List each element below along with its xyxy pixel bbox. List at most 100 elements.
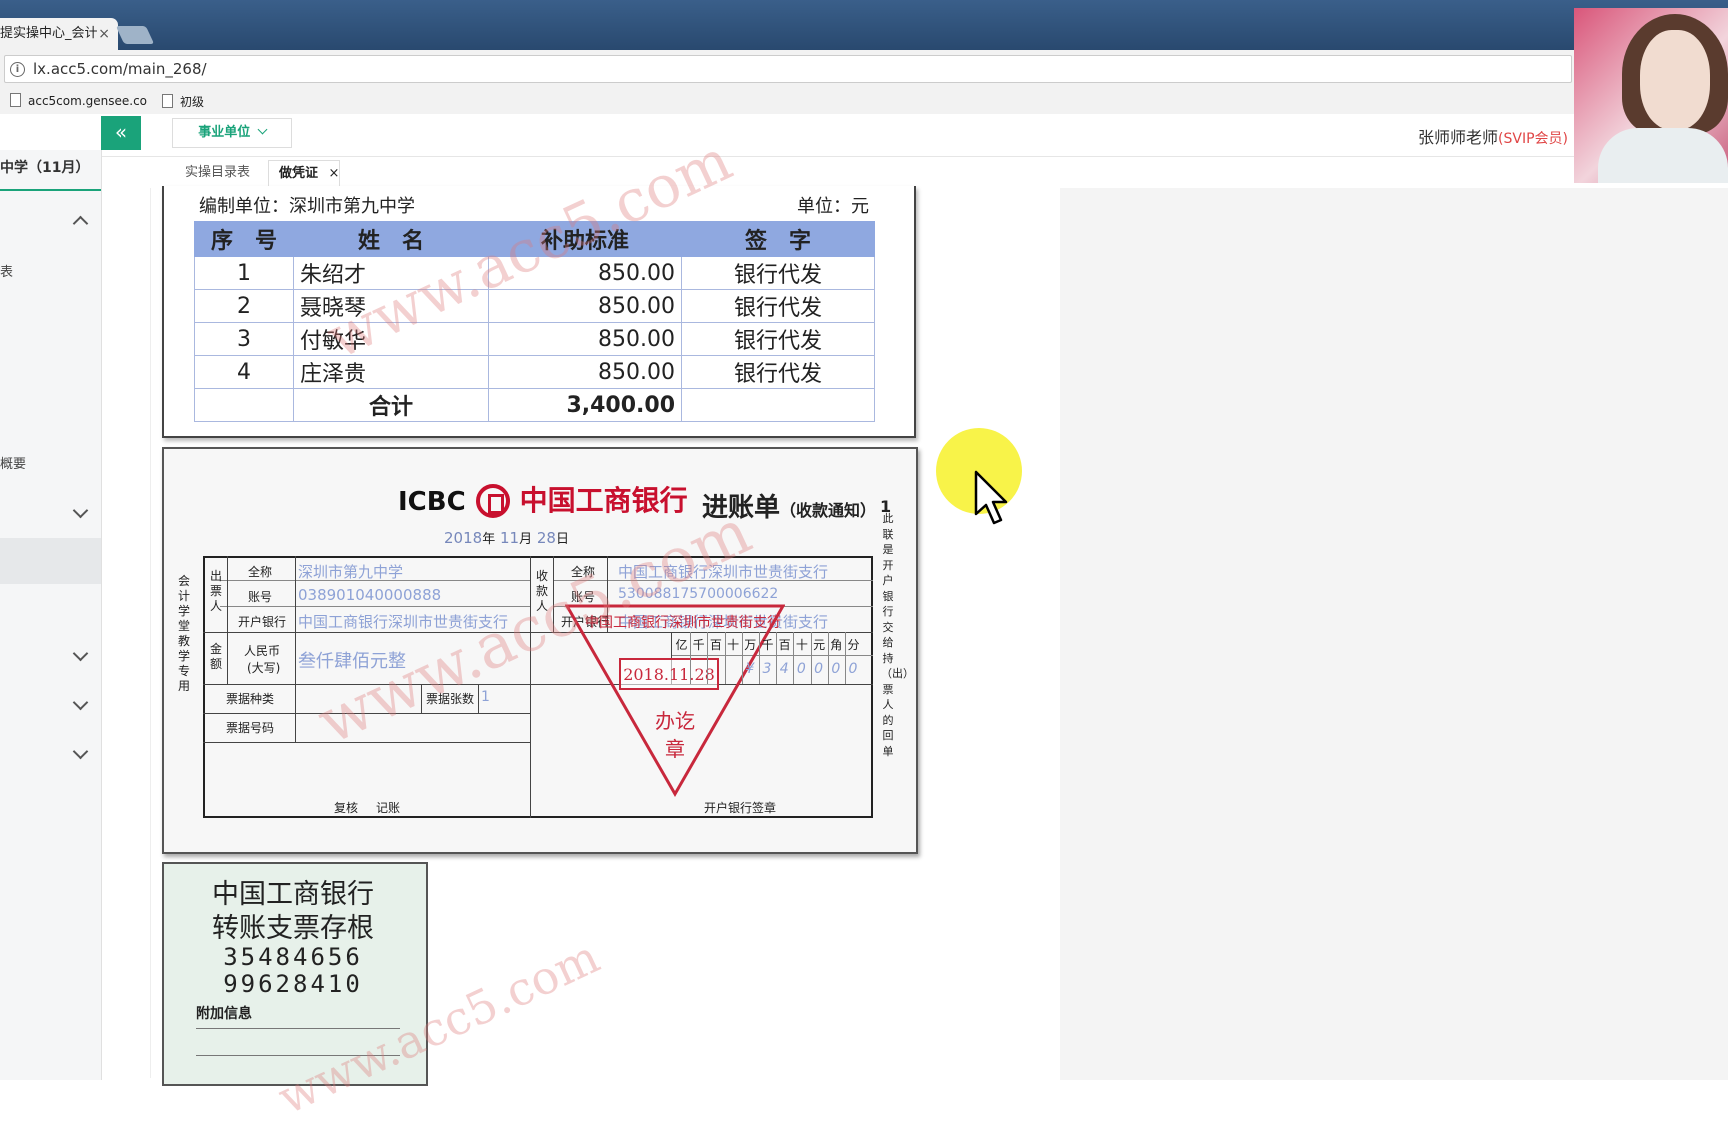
amount-in-words: 叁仟肆佰元整 — [298, 651, 406, 672]
stamp-bank-name: 中国工商银行深圳市世贵街支行 — [585, 615, 781, 631]
unit-type-dropdown[interactable]: 事业单位 — [172, 118, 292, 148]
digit-column-header: 百 — [709, 638, 722, 652]
bill-type-label: 票据种类 — [226, 692, 275, 706]
column-header: 姓 名 — [293, 221, 489, 257]
amount-digit: 0 — [796, 661, 806, 677]
day-unit: 日 — [555, 532, 569, 547]
webcam-presenter-body — [1598, 128, 1728, 183]
amount-digit: 0 — [814, 661, 824, 677]
grid-line — [690, 632, 692, 684]
page-icon — [10, 93, 21, 107]
amount-digit: 3 — [762, 661, 772, 677]
page-icon — [162, 94, 173, 108]
close-tab-icon[interactable]: × — [98, 18, 110, 50]
total-row: 合计 3,400.00 — [194, 388, 875, 422]
stub-extra-info-label: 附加信息 — [196, 1006, 252, 1022]
bank-name-en: ICBC — [398, 487, 466, 517]
grid-line — [203, 713, 531, 714]
sidebar-item-summary[interactable]: 概要 — [0, 453, 26, 472]
payer-bank-value: 中国工商银行深圳市世贵街支行 — [298, 613, 509, 631]
rmb-sub-label: (大写) — [247, 661, 281, 675]
row-number: 4 — [194, 355, 294, 389]
sidebar-active-indicator — [0, 189, 101, 191]
digit-column-header: 亿 — [675, 638, 688, 652]
slip-title: 进账单（收款通知） — [702, 487, 876, 524]
employee-name: 朱绍才 — [293, 256, 489, 290]
sidebar-item-table[interactable]: 表 — [0, 261, 13, 280]
stamp-label: 办讫章 — [655, 709, 695, 761]
grid-line — [478, 684, 479, 713]
row-number: 3 — [194, 322, 294, 356]
employee-name: 聂晓琴 — [293, 289, 489, 323]
payer-label: 出票人 — [209, 569, 222, 613]
year-unit: 年 — [482, 532, 496, 547]
review-label: 复核 — [334, 801, 359, 815]
stub-line — [196, 1055, 400, 1056]
bank-name-cn: 中国工商银行 — [519, 484, 688, 517]
empty-cell — [681, 388, 875, 422]
allowance-amount: 850.00 — [488, 355, 682, 389]
sidebar-title[interactable]: 中学（11月） — [0, 157, 89, 177]
amount-digit: 0 — [848, 661, 858, 677]
table-header-row: 序 号 姓 名 补助标准 签 字 — [194, 221, 875, 257]
date-day: 28 — [536, 529, 556, 547]
bill-count-label: 票据张数 — [426, 692, 475, 706]
tab-make-voucher-label: 做凭证 — [279, 166, 319, 181]
stub-number-1: 35484656 — [223, 943, 363, 971]
bookmark-gensee[interactable]: acc5com.gensee.co — [10, 93, 147, 108]
grid-line — [707, 632, 709, 684]
digit-column-header: 千 — [761, 638, 774, 652]
allowance-table: 序 号 姓 名 补助标准 签 字 1 朱绍才 850.00 银行代发 2 聂晓琴… — [194, 221, 875, 422]
bank-stamp — [565, 604, 785, 798]
payee-account-label: 账号 — [571, 590, 596, 604]
date-year: 2018 — [444, 529, 483, 547]
money-unit-label: 单位：元 — [797, 196, 869, 217]
digit-column-header: 万 — [744, 638, 757, 652]
amount-digit: 0 — [831, 661, 841, 677]
bank-logo-row: ICBC 中国工商银行 — [398, 479, 688, 519]
browser-tab-title: 提实操中心_会计 — [0, 26, 98, 41]
close-icon[interactable]: × — [329, 166, 340, 181]
vip-badge: (SVIP会员) — [1498, 131, 1568, 147]
column-header: 签 字 — [681, 221, 875, 257]
grid-line — [553, 556, 554, 632]
total-label: 合计 — [293, 388, 489, 422]
stamp-date: 2018.11.28 — [619, 658, 719, 690]
grid-line — [724, 632, 726, 684]
content-blank-area — [1060, 188, 1728, 1080]
bookmark-chuji[interactable]: 初级 — [162, 93, 204, 110]
payee-account-value: 530088175700006622 — [618, 586, 779, 602]
signature: 银行代发 — [681, 322, 875, 356]
allowance-amount: 850.00 — [488, 256, 682, 290]
address-bar[interactable]: lx.acc5.com/main_268/ — [4, 55, 1572, 83]
column-header: 补助标准 — [488, 221, 682, 257]
digit-column-header: 角 — [830, 638, 843, 652]
total-amount: 3,400.00 — [488, 388, 682, 422]
sidebar-item-selected[interactable] — [0, 538, 101, 584]
stub-number-2: 99628410 — [223, 970, 363, 998]
signature: 银行代发 — [681, 289, 875, 323]
digit-column-header: 百 — [778, 638, 791, 652]
employee-name: 庄泽贵 — [293, 355, 489, 389]
webcam-presenter-face — [1640, 30, 1710, 130]
browser-tab[interactable]: 提实操中心_会计 × — [0, 18, 118, 50]
tab-practice-catalog[interactable]: 实操目录表 — [185, 160, 250, 186]
user-info[interactable]: 张师师老师(SVIP会员) — [1418, 124, 1568, 148]
info-icon[interactable]: i — [10, 62, 25, 77]
collapse-sidebar-button[interactable]: « — [101, 116, 141, 150]
slip-title-text: 进账单 — [702, 493, 781, 523]
prepared-by-label: 编制单位：深圳市第九中学 — [199, 196, 415, 217]
digit-column-header: 元 — [813, 638, 826, 652]
grid-line — [220, 606, 530, 607]
allowance-amount: 850.00 — [488, 322, 682, 356]
grid-line — [227, 556, 228, 684]
grid-line — [530, 556, 531, 818]
payer-bank-label: 开户银行 — [238, 615, 287, 629]
digit-column-header: 千 — [692, 638, 705, 652]
slip-subtitle: （收款通知） — [780, 501, 877, 520]
payee-name-value: 中国工商银行深圳市世贵街支行 — [618, 563, 829, 581]
tab-make-voucher[interactable]: 做凭证 × — [268, 160, 340, 186]
month-unit: 月 — [519, 532, 533, 547]
slip-date: 2018年 11月 28日 — [444, 528, 569, 547]
payer-account-value: 038901040000888 — [298, 586, 442, 604]
